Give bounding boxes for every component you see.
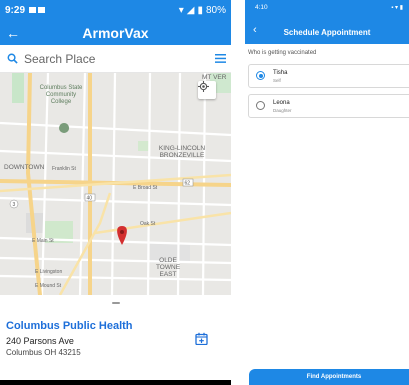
divider xyxy=(231,0,245,385)
map-label: E Broad St xyxy=(133,185,158,191)
place-bottom-sheet[interactable]: Columbus Public Health 240 Parsons Ave C… xyxy=(0,295,231,385)
armorvax-screen: 9:29 ▾ ◢ ▮ 80% ← ArmorVax Search Place 4… xyxy=(0,0,231,385)
page-title: Schedule Appointment xyxy=(283,28,371,37)
person-option[interactable]: Leona Daughter xyxy=(248,94,409,118)
notification-icon xyxy=(29,7,37,13)
status-right: ▾ ◢ ▮ 80% xyxy=(179,5,226,16)
signal-icon: ▪ ▾ ▮ xyxy=(391,5,403,11)
my-location-button[interactable] xyxy=(198,81,216,99)
status-time: 9:29 xyxy=(5,4,26,16)
map-view[interactable]: 40 62 3 MT VER Columbus State Community … xyxy=(0,73,231,295)
map-label: Franklin St xyxy=(52,166,76,172)
menu-icon[interactable] xyxy=(209,54,231,63)
app-bar: ← ArmorVax xyxy=(0,20,231,45)
status-time: 4:10 xyxy=(255,4,268,11)
radio-unselected-icon[interactable] xyxy=(256,101,265,110)
map-label: DOWNTOWN xyxy=(4,164,45,171)
person-name: Leona xyxy=(273,100,290,106)
signal-icon: ◢ xyxy=(186,4,195,16)
person-name: Tisha xyxy=(273,70,288,76)
place-name[interactable]: Columbus Public Health xyxy=(6,320,133,332)
schedule-screen: 4:10 ▪ ▾ ▮ ‹ Schedule Appointment Who is… xyxy=(245,0,409,385)
map-label: OLDE TOWNE EAST xyxy=(155,257,181,278)
map-graphics: 40 62 3 xyxy=(0,73,231,295)
notification-icon xyxy=(38,7,46,13)
place-address: 240 Parsons Ave xyxy=(6,336,74,346)
app-title: ArmorVax xyxy=(82,24,149,41)
map-label: Columbus State Community College xyxy=(39,85,83,105)
map-label: Oak St xyxy=(140,221,156,227)
map-label: KING-LINCOLN BRONZEVILLE xyxy=(158,145,206,159)
drag-handle[interactable] xyxy=(112,302,120,304)
svg-text:40: 40 xyxy=(87,196,93,202)
nav-bar xyxy=(0,380,231,385)
header: 4:10 ▪ ▾ ▮ ‹ Schedule Appointment xyxy=(245,0,409,44)
search-icon[interactable] xyxy=(0,53,24,64)
person-option[interactable]: Tisha Self xyxy=(248,64,409,88)
place-city: Columbus OH 43215 xyxy=(6,348,81,357)
crosshair-icon xyxy=(198,81,209,92)
status-bar: 9:29 ▾ ◢ ▮ 80% xyxy=(0,0,231,20)
calendar-add-icon[interactable] xyxy=(195,332,208,345)
radio-selected-icon[interactable] xyxy=(256,71,265,80)
wifi-icon: ▾ xyxy=(178,4,184,16)
battery-percent: 80% xyxy=(205,4,226,16)
map-label: E Mound St xyxy=(35,283,62,289)
svg-text:3: 3 xyxy=(13,202,16,208)
screenshot-composite: 9:29 ▾ ◢ ▮ 80% ← ArmorVax Search Place 4… xyxy=(0,0,409,385)
prompt-label: Who is getting vaccinated xyxy=(248,50,317,56)
person-relation: Self xyxy=(273,78,281,83)
map-label: E Livingston xyxy=(35,269,63,275)
battery-icon: ▮ xyxy=(197,4,203,16)
svg-text:62: 62 xyxy=(185,181,191,187)
map-label: MT VER xyxy=(202,74,227,81)
search-bar[interactable]: Search Place xyxy=(0,45,231,73)
search-input[interactable]: Search Place xyxy=(24,52,209,66)
back-arrow-icon[interactable]: ← xyxy=(0,25,26,41)
person-relation: Daughter xyxy=(273,108,292,113)
map-label: E Main St xyxy=(32,238,54,244)
find-appointments-button[interactable]: Find Appointments xyxy=(249,369,409,385)
